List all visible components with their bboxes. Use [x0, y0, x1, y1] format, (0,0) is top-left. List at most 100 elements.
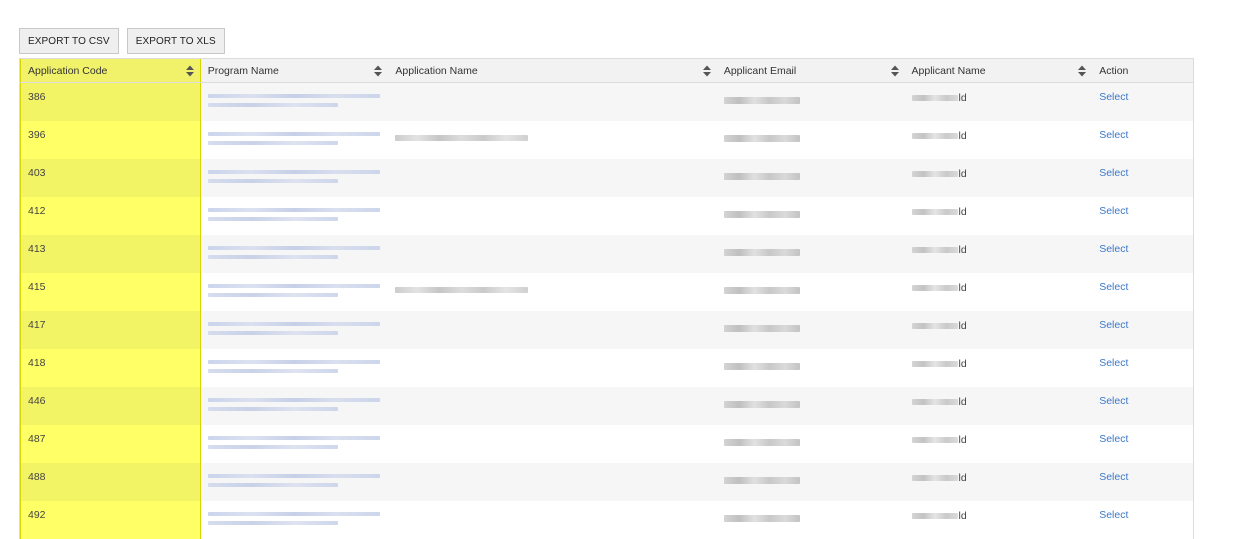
applicant-name-cell: ld — [905, 197, 1093, 235]
application-name-cell — [388, 501, 716, 539]
application-code: 386 — [28, 91, 46, 103]
applicant-name-cell: ld — [905, 387, 1093, 425]
redacted-program-name-line2 — [207, 521, 338, 525]
action-cell: Select — [1092, 387, 1193, 425]
application-code: 418 — [28, 357, 46, 369]
export-csv-button[interactable]: EXPORT TO CSV — [19, 28, 119, 54]
select-link[interactable]: Select — [1099, 243, 1128, 255]
applicant-name-cell: ld — [905, 349, 1093, 387]
applicant-name-suffix: ld — [958, 472, 967, 484]
redacted-applicant-email — [723, 97, 800, 104]
applicant-name-cell: ld — [905, 235, 1093, 273]
application-name-cell — [388, 159, 716, 197]
applicant-name-suffix: ld — [958, 396, 967, 408]
redacted-program-name-line2 — [207, 445, 338, 449]
redacted-program-name-line2 — [207, 369, 338, 373]
select-link[interactable]: Select — [1099, 433, 1128, 445]
redacted-applicant-name — [911, 475, 958, 481]
sort-icon[interactable] — [890, 65, 899, 76]
select-link[interactable]: Select — [1099, 471, 1128, 483]
column-header-applicant-email[interactable]: Applicant Email — [717, 59, 905, 82]
select-link[interactable]: Select — [1099, 509, 1128, 521]
action-cell: Select — [1092, 83, 1193, 121]
redacted-program-name — [207, 360, 380, 364]
redacted-program-name-line2 — [207, 407, 338, 411]
application-code-cell: 488 — [20, 463, 201, 501]
redacted-application-name — [395, 287, 529, 293]
program-name-cell — [201, 83, 389, 121]
application-code: 415 — [28, 281, 46, 293]
application-code-cell: 413 — [20, 235, 201, 273]
redacted-applicant-email — [723, 135, 800, 142]
applicant-name-suffix: ld — [958, 92, 967, 104]
redacted-applicant-email — [723, 325, 800, 332]
sort-icon[interactable] — [1078, 65, 1087, 76]
table-body: 386 ld Select 396 ld Select 403 ld Select 412 ld Se… — [20, 83, 1193, 539]
sort-icon[interactable] — [374, 65, 383, 76]
application-code: 492 — [28, 509, 46, 521]
sort-icon[interactable] — [185, 65, 194, 76]
select-link[interactable]: Select — [1099, 357, 1128, 369]
applicant-name-suffix: ld — [958, 320, 967, 332]
applicant-email-cell — [717, 235, 905, 273]
redacted-applicant-email — [723, 211, 800, 218]
table-row: 417 ld Select — [20, 311, 1193, 349]
program-name-cell — [201, 387, 389, 425]
sort-icon[interactable] — [702, 65, 711, 76]
column-header-label: Action — [1099, 64, 1129, 77]
applicant-name-cell: ld — [905, 311, 1093, 349]
redacted-program-name-line2 — [207, 141, 338, 145]
application-code: 446 — [28, 395, 46, 407]
redacted-applicant-name — [911, 361, 958, 367]
action-cell: Select — [1092, 501, 1193, 539]
table-row: 415 ld Select — [20, 273, 1193, 311]
applicant-name-cell: ld — [905, 273, 1093, 311]
select-link[interactable]: Select — [1099, 167, 1128, 179]
application-code-cell: 492 — [20, 501, 201, 539]
applicant-name-cell: ld — [905, 121, 1093, 159]
action-cell: Select — [1092, 197, 1193, 235]
select-link[interactable]: Select — [1099, 319, 1128, 331]
application-code-cell: 403 — [20, 159, 201, 197]
application-name-cell — [388, 121, 716, 159]
select-link[interactable]: Select — [1099, 395, 1128, 407]
applicant-name-suffix: ld — [958, 244, 967, 256]
table-row: 492 ld Select — [20, 501, 1193, 539]
table-row: 413 ld Select — [20, 235, 1193, 273]
applicant-name-cell: ld — [905, 425, 1093, 463]
redacted-applicant-email — [723, 173, 800, 180]
select-link[interactable]: Select — [1099, 281, 1128, 293]
redacted-applicant-email — [723, 287, 800, 294]
applicant-name-suffix: ld — [958, 510, 967, 522]
column-header-application-name[interactable]: Application Name — [388, 59, 716, 82]
redacted-program-name — [207, 512, 380, 516]
column-header-applicant-name[interactable]: Applicant Name — [905, 59, 1093, 82]
application-code: 417 — [28, 319, 46, 331]
redacted-applicant-name — [911, 171, 958, 177]
redacted-applicant-email — [723, 363, 800, 370]
select-link[interactable]: Select — [1099, 205, 1128, 217]
program-name-cell — [201, 463, 389, 501]
select-link[interactable]: Select — [1099, 129, 1128, 141]
redacted-program-name-line2 — [207, 103, 338, 107]
column-header-action: Action — [1092, 59, 1193, 82]
column-header-program-name[interactable]: Program Name — [201, 59, 389, 82]
table-row: 487 ld Select — [20, 425, 1193, 463]
applicant-email-cell — [717, 83, 905, 121]
applicant-email-cell — [717, 463, 905, 501]
action-cell: Select — [1092, 159, 1193, 197]
column-header-application-code[interactable]: Application Code — [20, 59, 201, 82]
column-header-label: Program Name — [207, 64, 279, 77]
export-xls-button[interactable]: EXPORT TO XLS — [126, 28, 225, 54]
redacted-applicant-email — [723, 515, 800, 522]
redacted-applicant-name — [911, 513, 958, 519]
application-code: 412 — [28, 205, 46, 217]
program-name-cell — [201, 349, 389, 387]
select-link[interactable]: Select — [1099, 91, 1128, 103]
applicant-name-cell: ld — [905, 83, 1093, 121]
redacted-applicant-name — [911, 247, 958, 253]
redacted-program-name — [207, 284, 380, 288]
applicant-name-cell: ld — [905, 463, 1093, 501]
redacted-program-name — [207, 170, 380, 174]
applicant-email-cell — [717, 121, 905, 159]
